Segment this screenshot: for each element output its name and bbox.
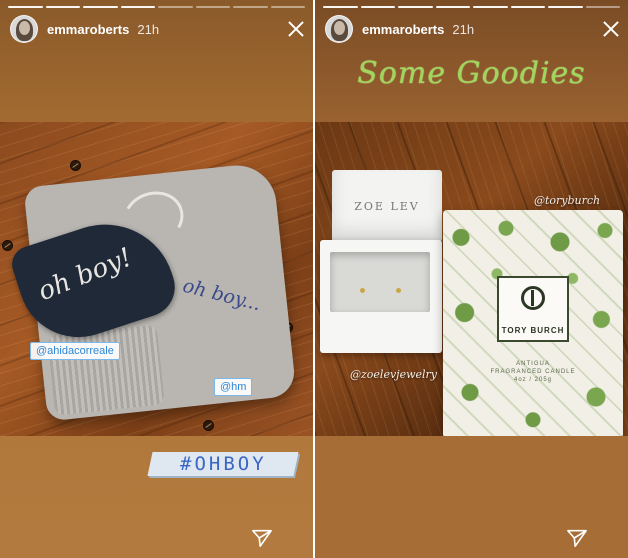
story-photo: ZOE LEV TORY BURCH ANTIGUA FRAGRANCED CA… bbox=[315, 122, 628, 436]
progress-segment bbox=[360, 6, 395, 8]
progress-segment bbox=[473, 6, 508, 8]
mention-tag[interactable]: @hm bbox=[214, 378, 253, 396]
nail bbox=[2, 240, 13, 251]
story-card-left[interactable]: emmaroberts 21h oh boy! oh boy... @ahida… bbox=[0, 0, 313, 558]
send-icon[interactable] bbox=[251, 528, 273, 548]
avatar[interactable] bbox=[10, 15, 38, 43]
jewelry-box-label: ZOE LEV bbox=[354, 200, 420, 213]
candle-description: ANTIGUA FRAGRANCED CANDLE 4oz / 205g bbox=[443, 360, 623, 384]
timestamp: 21h bbox=[452, 21, 475, 37]
avatar-face bbox=[19, 21, 30, 35]
story-progress-bar bbox=[8, 6, 305, 8]
progress-segment bbox=[233, 6, 268, 8]
username[interactable]: emmaroberts bbox=[47, 22, 129, 37]
avatar-face bbox=[334, 21, 345, 35]
avatar[interactable] bbox=[325, 15, 353, 43]
jewelry-box-insert bbox=[330, 252, 430, 312]
tory-burch-logo-icon bbox=[521, 286, 545, 310]
progress-segment bbox=[548, 6, 583, 8]
mention-tag[interactable]: @ahidacorreale bbox=[30, 342, 120, 360]
story-card-right[interactable]: emmaroberts 21h Some Goodies ZOE LEV TOR… bbox=[315, 0, 628, 558]
progress-segment bbox=[585, 6, 620, 8]
mask-embroidery: oh boy! bbox=[34, 242, 137, 308]
progress-segment bbox=[195, 6, 230, 8]
brand-label: TORY BURCH bbox=[497, 276, 569, 342]
brand-name: TORY BURCH bbox=[501, 326, 565, 335]
progress-segment bbox=[435, 6, 470, 8]
story-photo: oh boy! oh boy... @ahidacorreale @hm bbox=[0, 122, 313, 436]
progress-segment bbox=[45, 6, 80, 8]
candle-box: TORY BURCH ANTIGUA FRAGRANCED CANDLE 4oz… bbox=[443, 210, 623, 436]
mention-tag[interactable]: @zoelevjewelry bbox=[345, 366, 442, 383]
progress-segment bbox=[323, 6, 358, 8]
jewelry-box-tray bbox=[320, 240, 442, 353]
progress-segment bbox=[398, 6, 433, 8]
close-icon[interactable] bbox=[285, 18, 307, 40]
timestamp: 21h bbox=[137, 21, 160, 37]
progress-segment bbox=[270, 6, 305, 8]
story-progress-bar bbox=[323, 6, 620, 8]
sweatshirt-cuff bbox=[47, 324, 165, 416]
nail bbox=[203, 420, 214, 431]
earring bbox=[396, 288, 401, 293]
nail bbox=[70, 160, 81, 171]
close-icon[interactable] bbox=[600, 18, 622, 40]
hashtag-sticker[interactable]: #OHBOY bbox=[147, 452, 299, 476]
story-header: emmaroberts 21h bbox=[325, 14, 622, 44]
jewelry-box: ZOE LEV bbox=[320, 170, 442, 353]
mention-tag[interactable]: @toryburch bbox=[529, 192, 605, 209]
username[interactable]: emmaroberts bbox=[362, 22, 444, 37]
send-icon[interactable] bbox=[566, 528, 588, 548]
progress-segment bbox=[510, 6, 545, 8]
story-heading: Some Goodies bbox=[357, 56, 586, 91]
progress-segment bbox=[158, 6, 193, 8]
earring bbox=[360, 288, 365, 293]
progress-segment bbox=[120, 6, 155, 8]
jewelry-box-lid: ZOE LEV bbox=[332, 170, 442, 242]
candle-desc-line: FRAGRANCED CANDLE bbox=[490, 369, 576, 375]
progress-segment bbox=[83, 6, 118, 8]
hashtag-text: #OHBOY bbox=[179, 453, 267, 475]
candle-desc-line: 4oz / 205g bbox=[513, 377, 553, 383]
candle-desc-line: ANTIGUA bbox=[516, 361, 550, 367]
stories-viewer: emmaroberts 21h oh boy! oh boy... @ahida… bbox=[0, 0, 628, 558]
story-header: emmaroberts 21h bbox=[10, 14, 307, 44]
progress-segment bbox=[8, 6, 43, 8]
